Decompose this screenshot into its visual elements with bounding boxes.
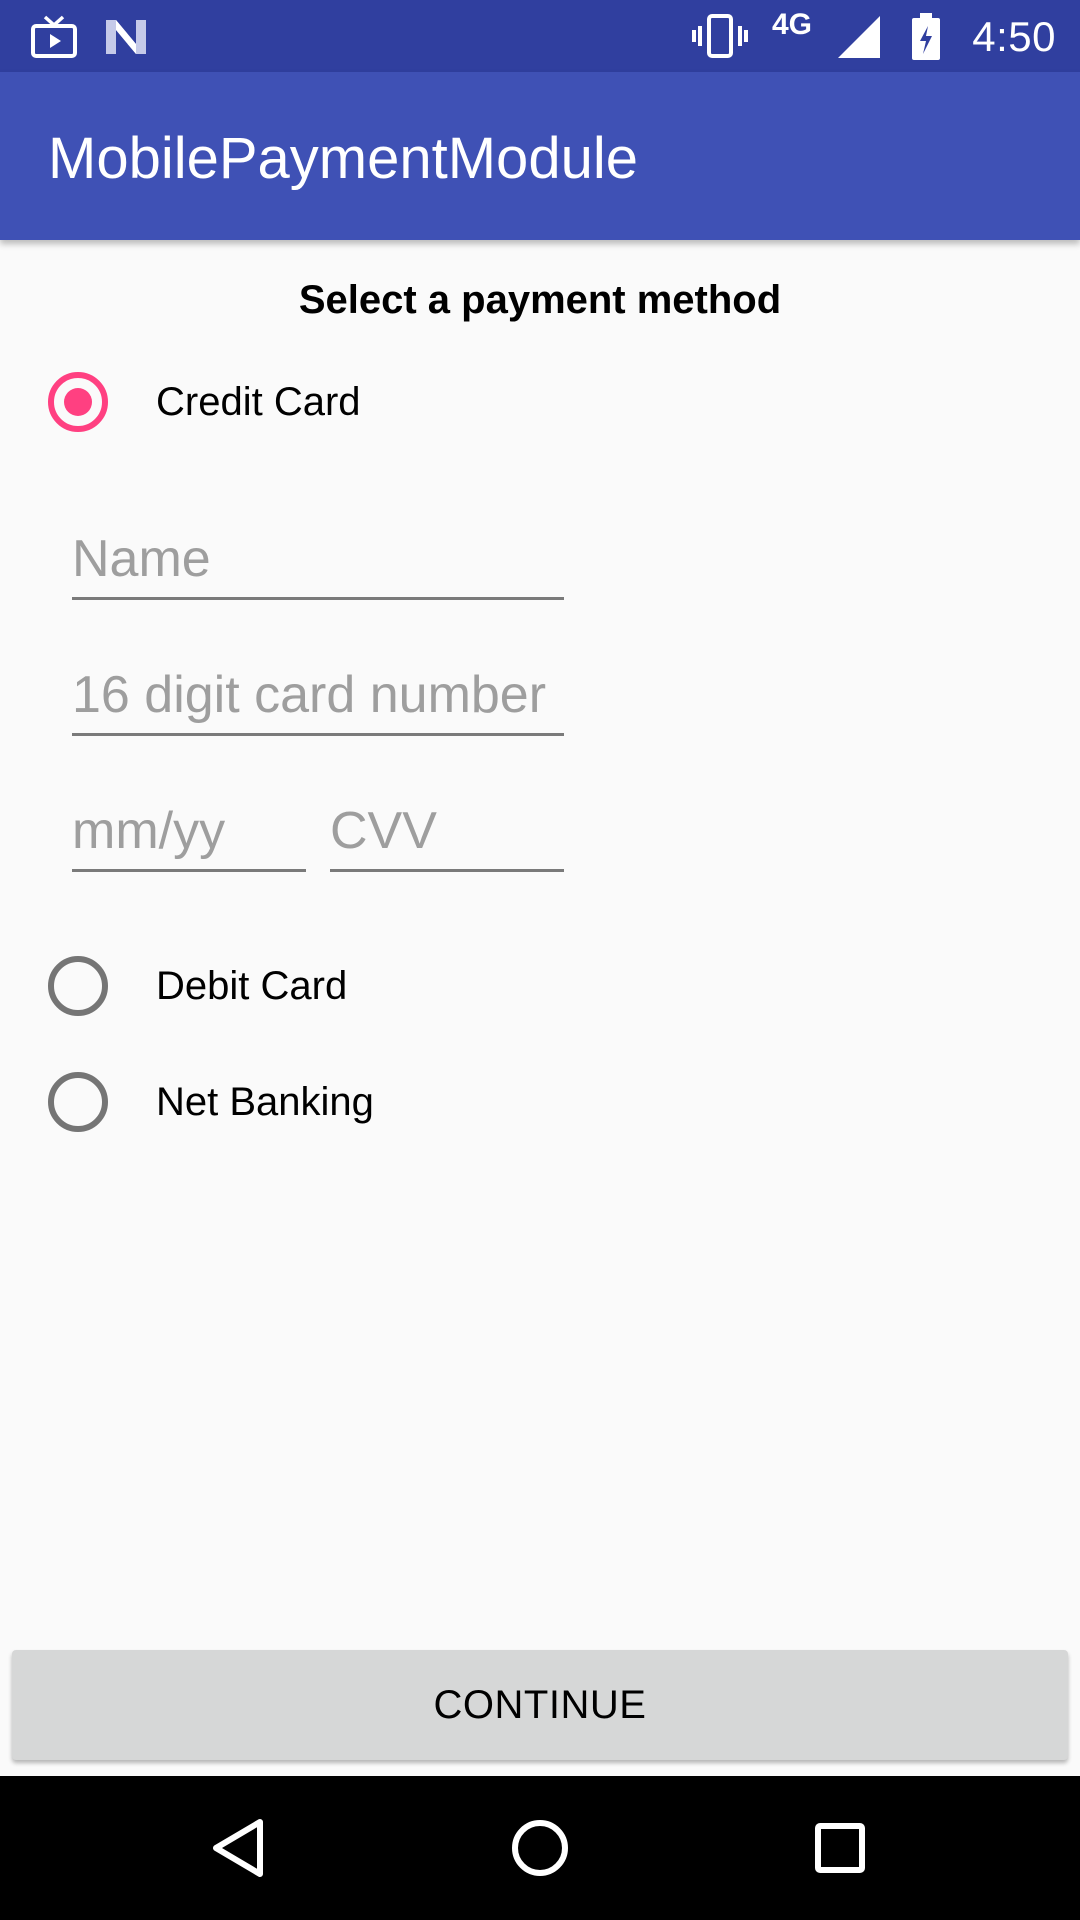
radio-label-credit-card: Credit Card: [156, 380, 361, 424]
radio-option-debit-card[interactable]: Debit Card: [0, 936, 1080, 1036]
network-type-label: 4G: [772, 8, 813, 41]
radio-selected-dot: [64, 388, 92, 416]
name-input[interactable]: [72, 527, 564, 591]
app-title: MobilePaymentModule: [48, 126, 638, 191]
signal-icon: [838, 16, 880, 58]
radio-label-net-banking: Net Banking: [156, 1080, 374, 1124]
app-bar: MobilePaymentModule: [0, 72, 1080, 240]
payment-method-heading: Select a payment method: [298, 278, 782, 322]
home-icon[interactable]: [500, 1808, 580, 1888]
radio-button-debit-card[interactable]: [48, 956, 108, 1016]
notification-n-icon: [106, 20, 146, 54]
card-number-input[interactable]: [72, 663, 564, 727]
vibrate-icon: [692, 14, 748, 58]
expiry-input[interactable]: [72, 799, 306, 863]
back-icon[interactable]: [200, 1808, 280, 1888]
navigation-bar: [0, 1776, 1080, 1920]
status-time: 4:50: [972, 13, 1056, 60]
cvv-field: [330, 792, 564, 872]
radio-button-credit-card[interactable]: [48, 372, 108, 432]
continue-button[interactable]: CONTINUE: [12, 1650, 1068, 1760]
tv-icon: [31, 15, 77, 58]
radio-option-credit-card[interactable]: Credit Card: [0, 352, 1080, 452]
name-field: [72, 520, 564, 600]
radio-button-net-banking[interactable]: [48, 1072, 108, 1132]
status-bar: 4G 4:50: [0, 0, 1080, 72]
battery-charging-icon: [912, 13, 940, 60]
cvv-input[interactable]: [330, 799, 564, 863]
recents-icon[interactable]: [800, 1808, 880, 1888]
radio-option-net-banking[interactable]: Net Banking: [0, 1052, 1080, 1152]
expiry-field: [72, 792, 306, 872]
radio-label-debit-card: Debit Card: [156, 964, 348, 1008]
card-number-field: [72, 656, 564, 736]
payment-screen: 4G 4:50 MobilePaymentModule Select a pay…: [0, 0, 1080, 1920]
